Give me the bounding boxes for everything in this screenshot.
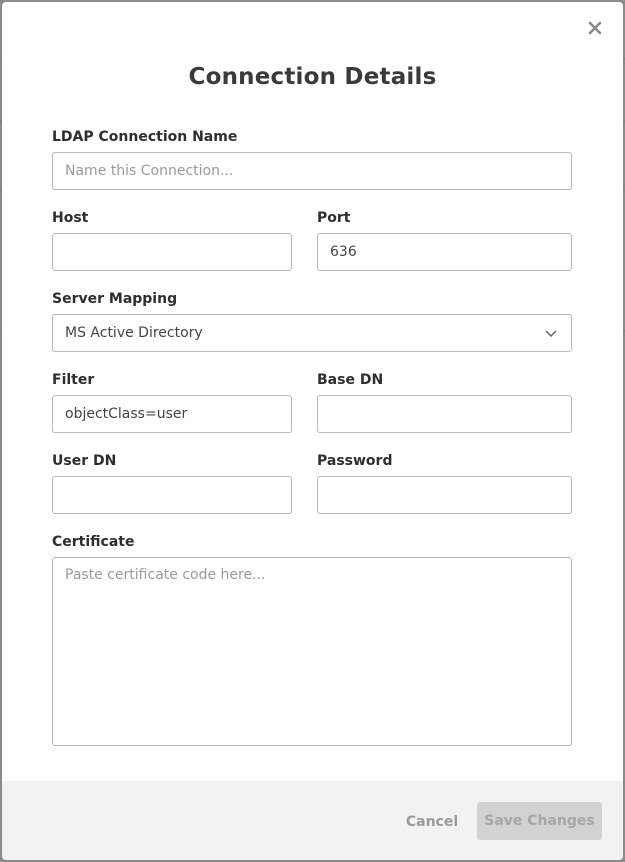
certificate-label: Certificate	[52, 534, 135, 550]
password-input[interactable]	[317, 476, 572, 514]
server-mapping-label: Server Mapping	[52, 291, 178, 307]
save-changes-button[interactable]: Save Changes	[477, 802, 602, 840]
cancel-button[interactable]: Cancel	[400, 803, 464, 841]
connection-name-label: LDAP Connection Name	[52, 129, 238, 145]
password-label: Password	[317, 453, 393, 469]
dialog-title: Connection Details	[188, 64, 437, 90]
user-dn-label: User DN	[52, 453, 117, 469]
filter-input[interactable]	[52, 395, 292, 433]
chevron-down-icon	[545, 330, 557, 337]
filter-label: Filter	[52, 372, 95, 388]
close-button[interactable]	[587, 20, 603, 36]
connection-name-input[interactable]	[52, 152, 572, 190]
connection-details-dialog: Connection Details LDAP Connection Name …	[2, 2, 623, 860]
server-mapping-select[interactable]: MS Active Directory	[52, 314, 572, 352]
base-dn-input[interactable]	[317, 395, 572, 433]
base-dn-label: Base DN	[317, 372, 384, 388]
close-icon	[588, 21, 602, 35]
server-mapping-value: MS Active Directory	[65, 325, 203, 341]
certificate-textarea[interactable]	[52, 557, 572, 746]
user-dn-input[interactable]	[52, 476, 292, 514]
port-input[interactable]	[317, 233, 572, 271]
port-label: Port	[317, 210, 351, 226]
host-label: Host	[52, 210, 89, 226]
dialog-footer: Cancel Save Changes	[2, 781, 623, 860]
host-input[interactable]	[52, 233, 292, 271]
